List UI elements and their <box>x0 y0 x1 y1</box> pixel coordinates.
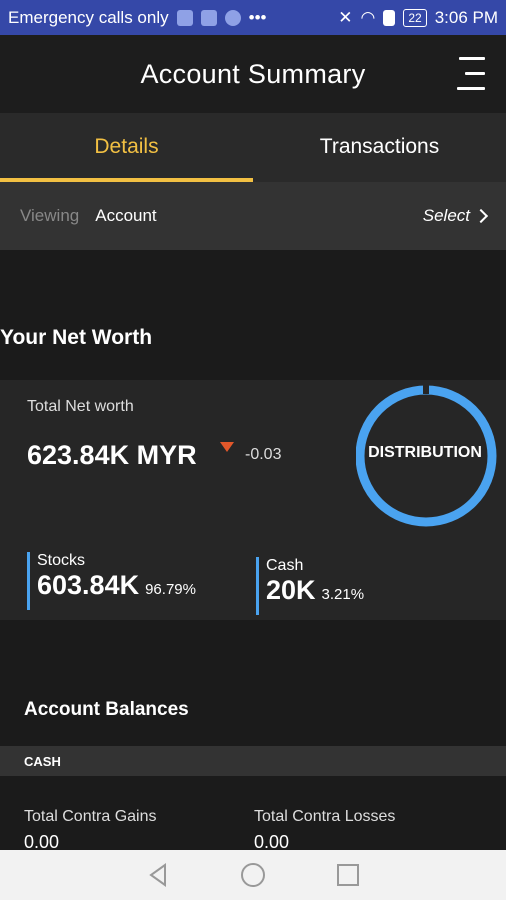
sim-icon <box>383 9 396 26</box>
viewing-value: Account <box>95 206 157 225</box>
net-worth-change: -0.03 <box>245 446 282 463</box>
back-icon[interactable] <box>145 862 171 888</box>
app-icon <box>224 9 241 26</box>
tab-bar: Details Transactions <box>0 113 506 182</box>
status-left: Emergency calls only ••• <box>8 8 338 28</box>
select-button[interactable]: Select <box>422 206 489 226</box>
net-worth-card: Total Net worth 623.84K MYR -0.03 DISTRI… <box>0 380 506 620</box>
total-net-worth-value: 623.84K MYR <box>27 440 197 470</box>
clock: 3:06 PM <box>434 7 498 27</box>
asset-cash: Cash 20K 3.21% <box>256 557 364 615</box>
mute-icon: ✕ <box>338 7 353 27</box>
tab-transactions[interactable]: Transactions <box>253 113 506 182</box>
asset-value: 603.84K <box>37 570 140 600</box>
home-icon[interactable] <box>240 862 266 888</box>
page-title: Account Summary <box>140 58 366 89</box>
account-balances-title: Account Balances <box>24 699 189 720</box>
app-header: Account Summary <box>0 35 506 113</box>
recents-icon[interactable] <box>335 862 361 888</box>
carrier-text: Emergency calls only <box>8 7 169 27</box>
system-nav-bar <box>0 850 506 900</box>
select-label: Select <box>422 206 470 225</box>
battery-icon: 22 <box>403 8 427 27</box>
menu-icon[interactable] <box>457 55 485 93</box>
wifi-icon: ◠ <box>360 7 376 27</box>
asset-percent: 96.79% <box>145 581 196 598</box>
asset-name: Cash <box>266 557 304 574</box>
gallery-icon <box>200 9 217 26</box>
cash-section-header: CASH <box>0 746 506 776</box>
tab-details[interactable]: Details <box>0 113 253 182</box>
net-worth-title: Your Net Worth <box>0 326 153 349</box>
asset-percent: 3.21% <box>321 586 365 603</box>
contra-losses-label: Total Contra Losses <box>254 808 396 825</box>
more-dots-icon: ••• <box>248 7 267 27</box>
distribution-button[interactable]: DISTRIBUTION <box>350 444 500 462</box>
asset-stocks: Stocks 603.84K 96.79% <box>27 552 196 610</box>
notification-icon <box>176 9 193 26</box>
total-net-worth-label: Total Net worth <box>27 398 134 415</box>
viewing-label: Viewing <box>20 206 80 225</box>
asset-value-row: 603.84K 96.79% <box>37 570 196 601</box>
contra-gains-label: Total Contra Gains <box>24 808 157 825</box>
asset-value: 20K <box>266 575 316 605</box>
status-right: ✕ ◠ 22 3:06 PM <box>338 8 498 28</box>
down-arrow-icon <box>220 442 234 452</box>
status-bar: Emergency calls only ••• ✕ ◠ 22 3:06 PM <box>0 0 506 35</box>
asset-name: Stocks <box>37 552 86 569</box>
viewing-bar: Viewing Account Select <box>0 182 506 250</box>
chevron-right-icon <box>473 208 489 224</box>
asset-value-row: 20K 3.21% <box>266 575 364 606</box>
